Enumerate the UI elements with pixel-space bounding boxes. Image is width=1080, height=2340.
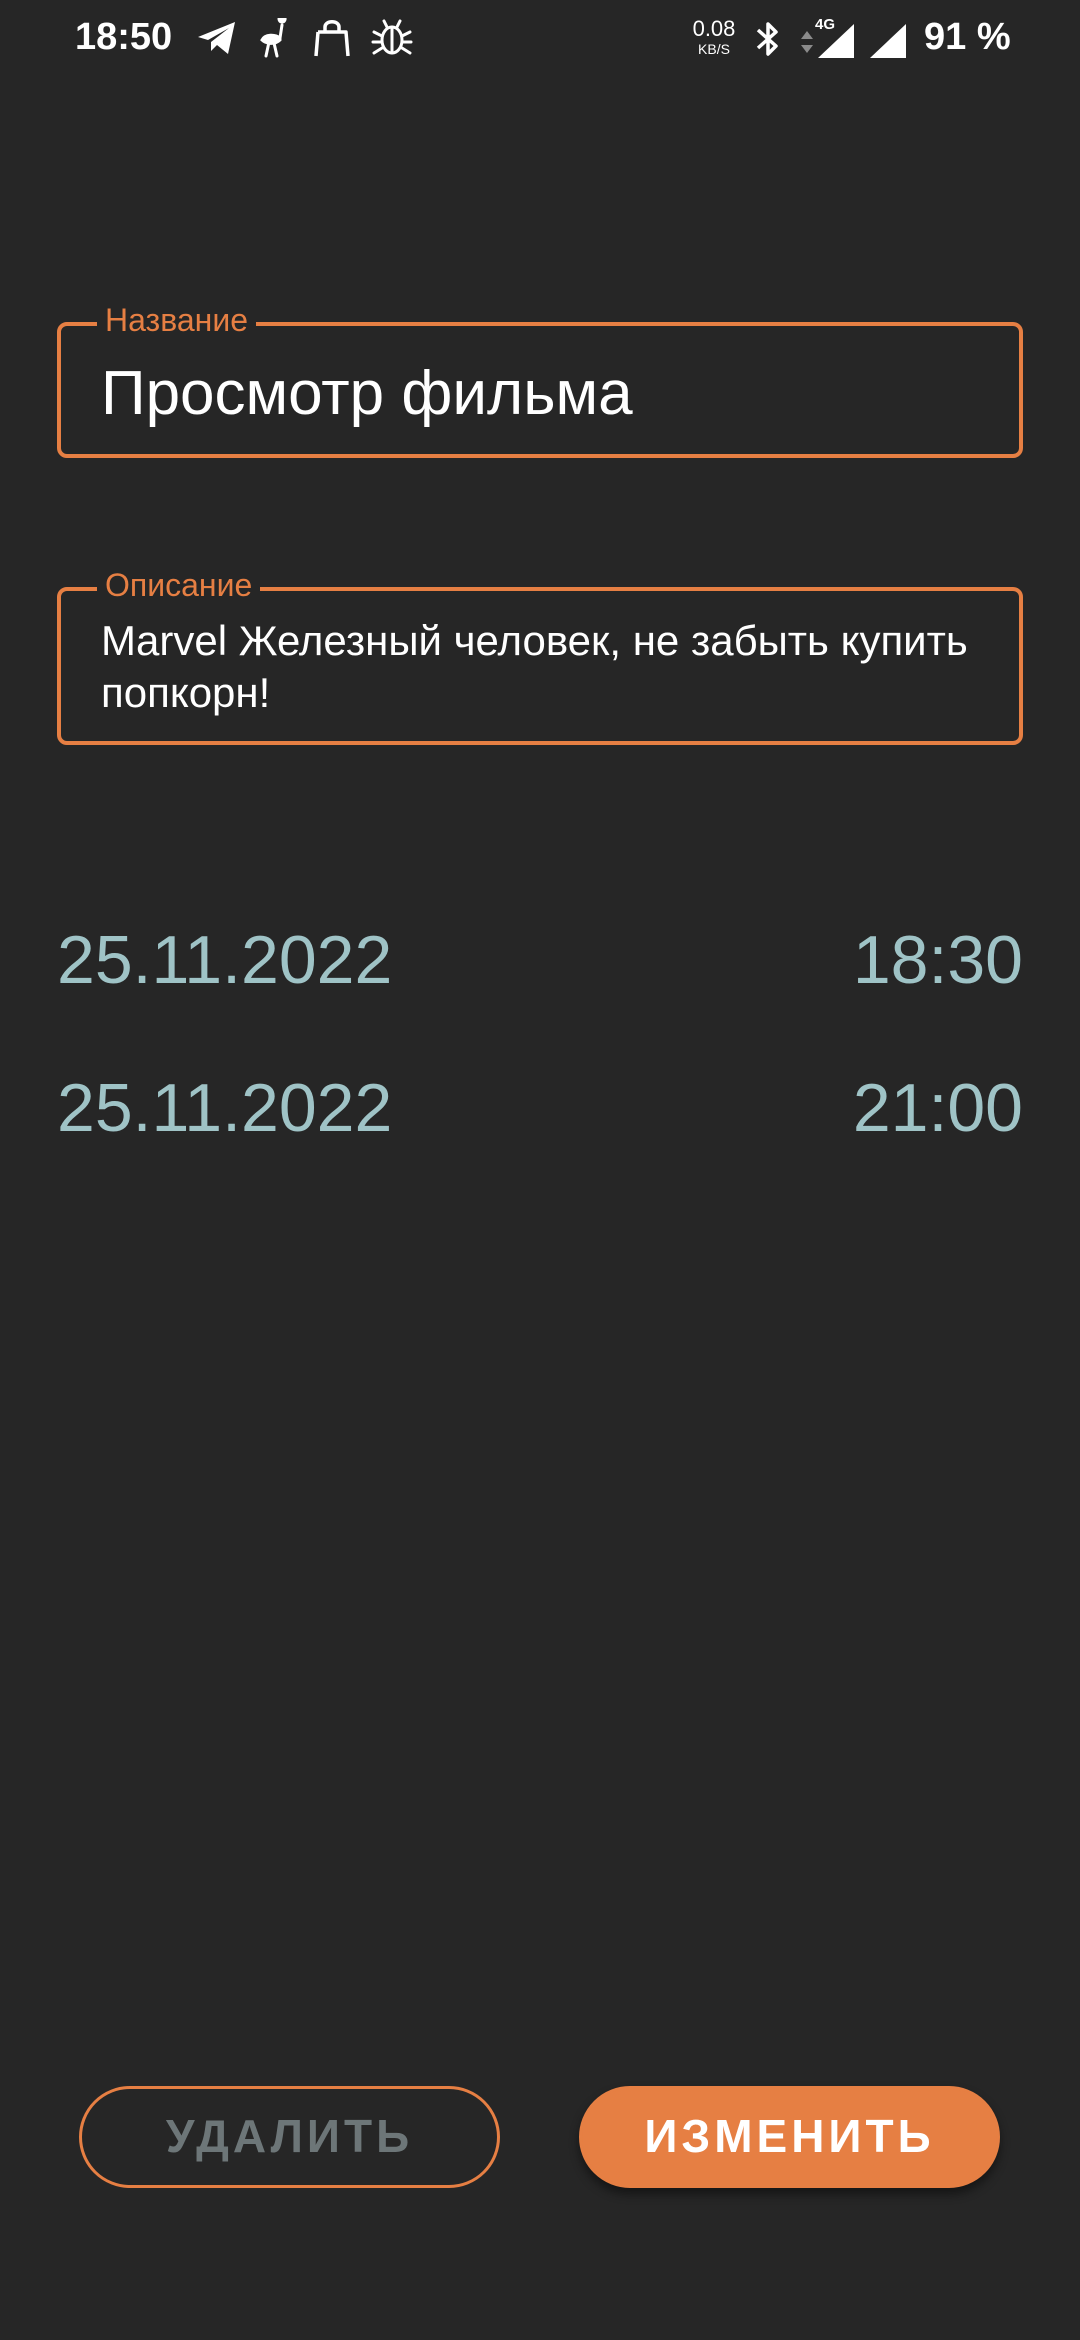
start-datetime-row: 25.11.2022 18:30 [57,920,1023,1000]
title-field-label: Название [97,300,256,340]
bug-icon [371,18,413,63]
event-edit-screen: 18:50 0.08 KB/S 4G 91 % Название Просмот… [0,0,1080,2340]
mobile-signal-icon [814,22,856,65]
start-time-picker[interactable]: 18:30 [853,920,1023,1000]
description-field-label: Описание [97,565,261,605]
status-bar: 18:50 0.08 KB/S 4G 91 % [0,0,1080,80]
battery-level: 91 % [924,16,1011,58]
description-field[interactable]: Описание Marvel Железный человек, не заб… [57,565,1023,745]
shopping-bag-icon [312,18,352,63]
data-activity-icon [800,30,814,59]
telegram-icon [195,18,239,63]
start-date-picker[interactable]: 25.11.2022 [57,920,392,1000]
network-speed: 0.08 KB/S [692,16,736,57]
description-input[interactable]: Marvel Железный человек, не забыть купит… [101,615,979,719]
delete-button[interactable]: УДАЛИТЬ [79,2086,500,2188]
end-datetime-row: 25.11.2022 21:00 [57,1068,1023,1148]
wifi-signal-icon [866,22,908,65]
edit-button[interactable]: ИЗМЕНИТЬ [579,2086,1000,2188]
end-date-picker[interactable]: 25.11.2022 [57,1068,392,1148]
end-time-picker[interactable]: 21:00 [853,1068,1023,1148]
bluetooth-icon [752,20,784,63]
status-time: 18:50 [75,16,173,58]
title-input[interactable]: Просмотр фильма [101,358,633,430]
ostrich-icon [257,14,293,63]
title-field[interactable]: Название Просмотр фильма [57,300,1023,458]
